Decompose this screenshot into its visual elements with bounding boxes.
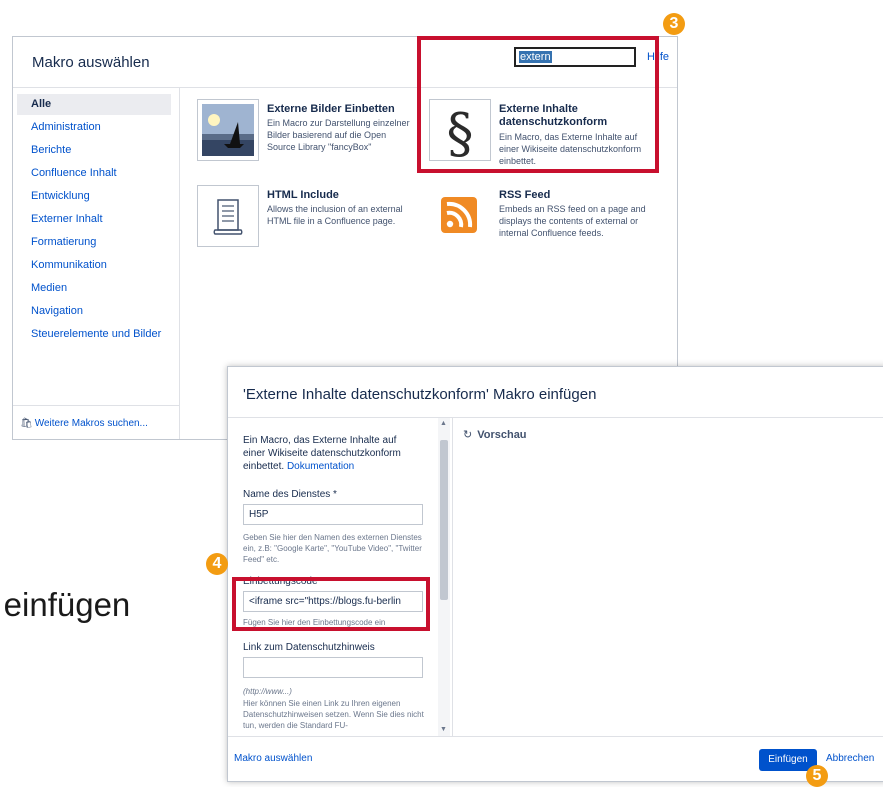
macro-title: Externe Bilder Einbetten [267, 103, 395, 115]
category-confluence-inhalt[interactable]: Confluence Inhalt [17, 163, 171, 184]
category-medien[interactable]: Medien [17, 278, 171, 299]
category-sidebar: Alle Administration Berichte Confluence … [13, 88, 180, 439]
macro-description: Ein Macro zur Darstellung einzelner Bild… [267, 118, 410, 152]
macro-title: RSS Feed [499, 189, 551, 201]
sidebar-footer: 🛍 Weitere Makros suchen... [13, 405, 179, 438]
documentation-link[interactable]: Dokumentation [287, 461, 354, 472]
privacy-link-input[interactable] [243, 657, 423, 678]
step-marker-3: 3 [663, 13, 685, 35]
category-entwicklung[interactable]: Entwicklung [17, 186, 171, 207]
insert-macro-dialog: 'Externe Inhalte datenschutzkonform' Mak… [227, 366, 883, 782]
service-name-label: Name des Dienstes * [243, 489, 337, 500]
preview-label: Vorschau [477, 429, 527, 441]
bag-icon: 🛍 [20, 418, 33, 429]
privacy-link-help: Hier können Sie einen Link zu Ihren eige… [243, 699, 424, 730]
step-marker-4: 4 [206, 553, 228, 575]
category-navigation[interactable]: Navigation [17, 301, 171, 322]
macro-card-html-include[interactable]: HTML Include Allows the inclusion of an … [197, 185, 415, 253]
preview-pane: ↻ Vorschau [452, 418, 883, 736]
privacy-link-label: Link zum Datenschutzhinweis [243, 642, 375, 653]
refresh-icon: ↻ [463, 429, 473, 441]
more-macros-label: Weitere Makros suchen... [34, 418, 148, 429]
macro-description: Embeds an RSS feed on a page and display… [499, 204, 646, 238]
macro-card-rss-feed[interactable]: RSS Feed Embeds an RSS feed on a page an… [429, 185, 651, 253]
highlight-box-search [417, 36, 659, 173]
dialog-title: Makro auswählen [32, 54, 150, 71]
macro-title: HTML Include [267, 189, 339, 201]
privacy-link-hint: (http://www...) [243, 687, 292, 696]
cancel-button[interactable]: Abbrechen [826, 753, 874, 764]
scroll-icon [197, 185, 259, 247]
macro-intro: Ein Macro, das Externe Inhalte auf einer… [243, 434, 403, 473]
category-steuerelemente[interactable]: Steuerelemente und Bilder [17, 324, 171, 345]
scroll-up-icon[interactable]: ▲ [440, 420, 447, 427]
category-administration[interactable]: Administration [17, 117, 171, 138]
highlight-box-embed-code [232, 577, 430, 631]
rss-icon [429, 185, 491, 247]
dialog-title: 'Externe Inhalte datenschutzkonform' Mak… [243, 386, 597, 403]
category-berichte[interactable]: Berichte [17, 140, 171, 161]
slide-text: k einfügen [0, 586, 131, 623]
image-icon [197, 99, 259, 161]
scroll-thumb[interactable] [440, 440, 448, 600]
more-macros-link[interactable]: 🛍 Weitere Makros suchen... [20, 418, 148, 429]
category-formatierung[interactable]: Formatierung [17, 232, 171, 253]
category-all[interactable]: Alle [17, 94, 171, 115]
select-macro-link[interactable]: Makro auswählen [234, 753, 312, 764]
macro-card-external-images[interactable]: Externe Bilder Einbetten Ein Macro zur D… [197, 99, 415, 167]
dialog-footer: Makro auswählen Einfügen Abbrechen [228, 736, 883, 781]
service-name-help: Geben Sie hier den Namen des externen Di… [243, 533, 422, 564]
category-externer-inhalt[interactable]: Externer Inhalt [17, 209, 171, 230]
macro-description: Allows the inclusion of an external HTML… [267, 204, 403, 226]
service-name-input[interactable]: H5P [243, 504, 423, 525]
preview-refresh[interactable]: ↻ Vorschau [463, 428, 527, 441]
scroll-down-icon[interactable]: ▼ [440, 726, 447, 733]
step-marker-5: 5 [806, 765, 828, 787]
category-kommunikation[interactable]: Kommunikation [17, 255, 171, 276]
